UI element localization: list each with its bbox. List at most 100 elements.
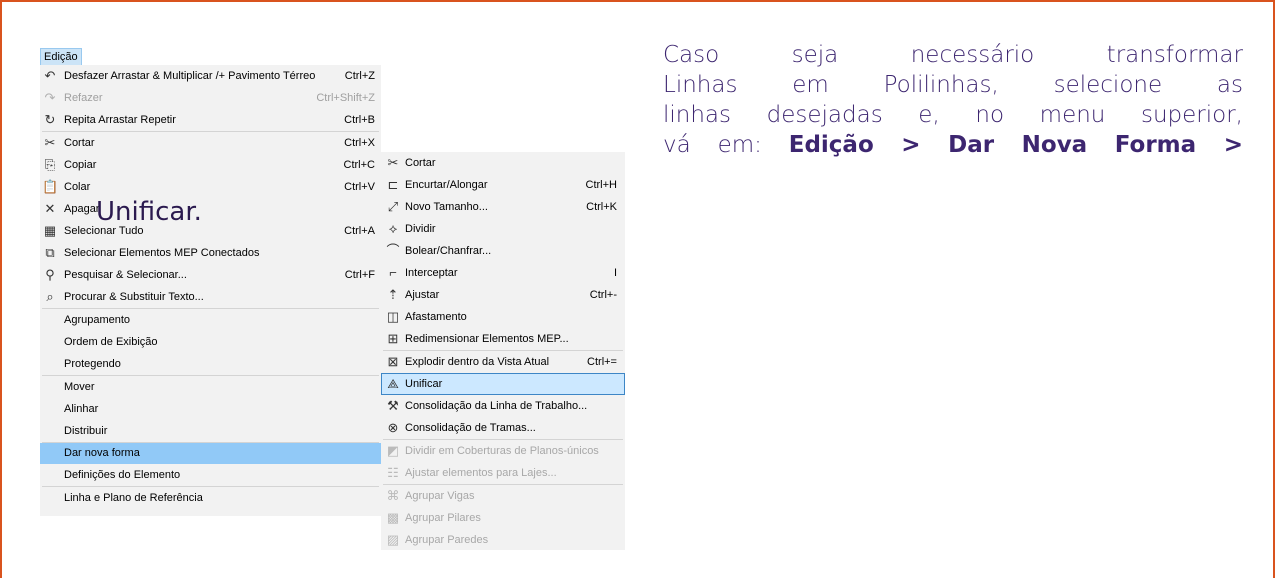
submenu-item-interceptar[interactable]: ⌐ Interceptar I bbox=[381, 262, 625, 284]
menu-item-protegendo[interactable]: Protegendo bbox=[40, 353, 381, 375]
submenu-item-consolidacao-da-linha-de-trabalho[interactable]: ⚒ Consolidação da Linha de Trabalho... bbox=[381, 395, 625, 417]
intersect-icon: ⌐ bbox=[389, 265, 397, 280]
paragraph-line-4: vá em: Edição > Dar Nova Forma > bbox=[663, 130, 1243, 160]
fillet-chamfer-icon: ⌒ bbox=[386, 243, 400, 258]
submenu-item-ajustar[interactable]: ⇡ Ajustar Ctrl+- bbox=[381, 284, 625, 306]
overlay-caption: Unificar. bbox=[96, 197, 202, 227]
submenu-item-agrupar-pilares[interactable]: ▩ Agrupar Pilares bbox=[381, 507, 625, 529]
submenu-item-ajustar-elementos-para-lajes[interactable]: ☷ Ajustar elementos para Lajes... bbox=[381, 462, 625, 484]
menu-item-alinhar[interactable]: Alinhar bbox=[40, 398, 381, 420]
menu-item-label: Mover bbox=[64, 381, 95, 393]
menu-edicao[interactable]: Edição bbox=[40, 48, 82, 66]
menu-item-label: Pesquisar & Selecionar... bbox=[64, 269, 187, 281]
menu-item-label: Selecionar Elementos MEP Conectados bbox=[64, 247, 260, 259]
select-all-icon: ▦ bbox=[43, 223, 57, 238]
submenu-item-cortar[interactable]: ✂ Cortar bbox=[381, 152, 625, 174]
submenu-item-dividir[interactable]: ⟡ Dividir bbox=[381, 218, 625, 240]
menu-item-distribuir[interactable]: Distribuir bbox=[40, 420, 381, 442]
redo-icon: ↷ bbox=[44, 90, 56, 105]
menu-item-label: Distribuir bbox=[64, 425, 108, 437]
menu-item-label: Apagar bbox=[64, 203, 100, 215]
submenu-item-explodir-dentro-da-vista-atual[interactable]: ⊠ Explodir dentro da Vista Atual Ctrl+= bbox=[381, 351, 625, 373]
submenu-item-label: Explodir dentro da Vista Atual bbox=[405, 356, 550, 368]
paragraph-line: Linhas em Polilinhas, selecione as bbox=[663, 72, 1243, 98]
mep-connected-icon: ⧉ bbox=[45, 245, 55, 260]
submenu-item-label: Consolidação da Linha de Trabalho... bbox=[405, 400, 588, 412]
menu-item-label: Copiar bbox=[64, 159, 97, 171]
menu-item-shortcut: Ctrl+V bbox=[344, 181, 375, 193]
menu-item-label: Protegendo bbox=[64, 358, 121, 370]
submenu-item-label: Unificar bbox=[405, 378, 443, 390]
submenu-item-bolear-chanfrar[interactable]: ⌒ Bolear/Chanfrar... bbox=[381, 240, 625, 262]
menu-path: Edição > Dar Nova Forma > bbox=[788, 132, 1243, 158]
offset-icon: ◫ bbox=[386, 309, 400, 324]
menu-item-label: Linha e Plano de Referência bbox=[64, 492, 203, 504]
menu-item-agrupamento[interactable]: Agrupamento bbox=[40, 309, 381, 331]
submenu-item-label: Consolidação de Tramas... bbox=[405, 422, 536, 434]
find-select-icon: ⚲ bbox=[45, 267, 55, 282]
submenu-item-agrupar-paredes[interactable]: ▨ Agrupar Paredes bbox=[381, 529, 625, 551]
menu-item-label: Cortar bbox=[64, 137, 95, 149]
menu-item-colar[interactable]: 📋 Colar Ctrl+V bbox=[40, 176, 381, 198]
submenu-item-label: Encurtar/Alongar bbox=[405, 179, 488, 191]
adjust-slabs-icon: ☷ bbox=[387, 465, 399, 480]
hatch-consolidation-icon: ⊗ bbox=[387, 420, 399, 435]
menu-item-desfazer-arrastar-multiplicar-pavimento-terreo[interactable]: ↶ Desfazer Arrastar & Multiplicar /+ Pavi… bbox=[40, 65, 381, 87]
submenu-item-consolidacao-de-tramas[interactable]: ⊗ Consolidação de Tramas... bbox=[381, 417, 625, 439]
menu-item-copiar[interactable]: ⎘ Copiar Ctrl+C bbox=[40, 154, 381, 176]
cut-element-icon: ✂ bbox=[387, 155, 399, 170]
paragraph-prefix: vá em: bbox=[663, 132, 789, 158]
group-beams-icon: ⌘ bbox=[386, 488, 400, 503]
resize-icon: ⤢ bbox=[387, 199, 399, 214]
menu-item-ordem-de-exibicao[interactable]: Ordem de Exibição bbox=[40, 331, 381, 353]
menu-item-label: Dar nova forma bbox=[64, 447, 140, 459]
menu-item-shortcut: Ctrl+B bbox=[344, 114, 375, 126]
menu-item-repita-arrastar-repetir[interactable]: ↻ Repita Arrastar Repetir Ctrl+B bbox=[40, 109, 381, 131]
menu-item-label: Definições do Elemento bbox=[64, 469, 181, 481]
menu-item-shortcut: Ctrl+Z bbox=[344, 70, 375, 82]
menu-item-linha-e-plano-de-referencia[interactable]: Linha e Plano de Referência bbox=[40, 487, 381, 509]
submenu-item-label: Afastamento bbox=[405, 311, 467, 323]
paste-icon: 📋 bbox=[42, 179, 59, 194]
menu-item-apagar[interactable]: ✕ Apagar bbox=[40, 198, 381, 220]
submenu-item-label: Agrupar Paredes bbox=[405, 534, 489, 546]
menu-item-label: Refazer bbox=[64, 92, 103, 104]
submenu-item-agrupar-vigas[interactable]: ⌘ Agrupar Vigas bbox=[381, 485, 625, 507]
unify-icon: ⟁ bbox=[387, 376, 399, 391]
menu-item-selecionar-elementos-mep-conectados[interactable]: ⧉ Selecionar Elementos MEP Conectados bbox=[40, 242, 381, 264]
paragraph-line: Caso seja necessário transformar bbox=[663, 42, 1243, 68]
submenu-item-label: Interceptar bbox=[405, 267, 458, 279]
menu-item-refazer[interactable]: ↷ Refazer Ctrl+Shift+Z bbox=[40, 87, 381, 109]
resize-mep-icon: ⊞ bbox=[387, 331, 399, 346]
submenu-item-novo-tamanho[interactable]: ⤢ Novo Tamanho... Ctrl+K bbox=[381, 196, 625, 218]
submenu-item-redimensionar-elementos-mep[interactable]: ⊞ Redimensionar Elementos MEP... bbox=[381, 328, 625, 350]
menu-item-shortcut: Ctrl+F bbox=[344, 269, 375, 281]
scissors-icon: ✂ bbox=[44, 135, 56, 150]
submenu-item-afastamento[interactable]: ◫ Afastamento bbox=[381, 306, 625, 328]
menu-item-label: Colar bbox=[64, 181, 91, 193]
submenu-item-dividir-em-coberturas-de-planos-unicos[interactable]: ◩ Dividir em Coberturas de Planos-únicos bbox=[381, 440, 625, 462]
menu-item-procurar-substituir-texto[interactable]: ⌕ Procurar & Substituir Texto... bbox=[40, 286, 381, 308]
split-icon: ⟡ bbox=[388, 221, 398, 236]
submenu-item-label: Agrupar Pilares bbox=[405, 512, 481, 524]
group-walls-icon: ▨ bbox=[386, 532, 400, 547]
submenu-item-shortcut: Ctrl+K bbox=[586, 201, 617, 213]
submenu-item-label: Cortar bbox=[405, 157, 436, 169]
menu-item-label: Alinhar bbox=[64, 403, 99, 415]
menu-item-label: Repita Arrastar Repetir bbox=[64, 114, 176, 126]
menu-item-shortcut: Ctrl+C bbox=[343, 159, 375, 171]
submenu-item-label: Dividir bbox=[405, 223, 436, 235]
menu-item-pesquisar-selecionar[interactable]: ⚲ Pesquisar & Selecionar... Ctrl+F bbox=[40, 264, 381, 286]
submenu-item-shortcut: Ctrl+- bbox=[589, 289, 617, 301]
menu-item-definicoes-do-elemento[interactable]: Definições do Elemento bbox=[40, 464, 381, 486]
menu-item-mover[interactable]: Mover bbox=[40, 376, 381, 398]
menu-item-selecionar-tudo[interactable]: ▦ Selecionar Tudo Ctrl+A bbox=[40, 220, 381, 242]
menu-item-shortcut: Ctrl+Shift+Z bbox=[316, 92, 375, 104]
paragraph-line: linhas desejadas e, no menu superior, bbox=[663, 102, 1243, 128]
submenu-item-unificar[interactable]: ⟁ Unificar bbox=[381, 373, 625, 395]
menu-item-dar-nova-forma[interactable]: Dar nova forma bbox=[40, 443, 381, 464]
submenu-item-encurtar-alongar[interactable]: ⊏ Encurtar/Alongar Ctrl+H bbox=[381, 174, 625, 196]
delete-icon: ✕ bbox=[44, 201, 56, 216]
menu-item-cortar[interactable]: ✂ Cortar Ctrl+X bbox=[40, 132, 381, 154]
repeat-icon: ↻ bbox=[44, 112, 56, 127]
